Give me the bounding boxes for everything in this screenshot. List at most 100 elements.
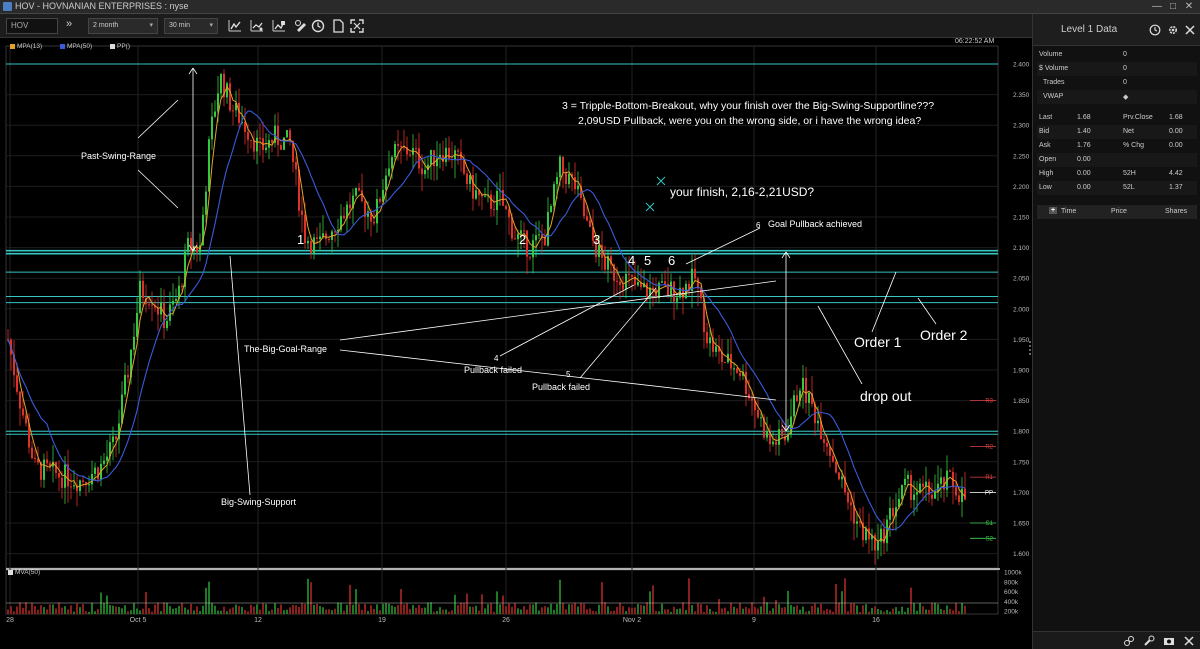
- volume-bar: [703, 611, 705, 614]
- volume-bar: [448, 611, 450, 614]
- candle-body: [307, 240, 309, 244]
- interval-select[interactable]: 30 min ▾: [164, 18, 218, 34]
- candle-body: [43, 459, 45, 480]
- volume-bar: [481, 594, 483, 614]
- candle-body: [526, 230, 528, 257]
- wrench-icon[interactable]: [1143, 635, 1155, 647]
- pivot-label: R2: [985, 445, 993, 451]
- volume-bar: [850, 603, 852, 614]
- annotation-your-finish: your finish, 2,16-2,21USD?: [670, 185, 815, 199]
- candle-body: [826, 442, 828, 447]
- annotation-arrowhead: [785, 251, 791, 259]
- candle-body: [505, 205, 507, 210]
- quote-row-ask: Ask 1.76 % Chg 0.00: [1037, 139, 1197, 153]
- volume-bar: [745, 606, 747, 614]
- volume-bar: [838, 602, 840, 614]
- range-select[interactable]: 2 month ▾: [88, 18, 158, 34]
- candle-body: [400, 145, 402, 147]
- annotation-num-6: 6: [668, 253, 676, 268]
- volume-bar: [151, 611, 153, 614]
- annotation-past-swing-range: Past-Swing-Range: [81, 151, 157, 161]
- volume-bar: [160, 611, 162, 614]
- price-tick-label: 2.200: [1013, 184, 1030, 191]
- candle-body: [172, 300, 174, 305]
- volume-bar: [751, 602, 753, 614]
- chart-settings-icon[interactable]: [272, 19, 286, 33]
- volume-bar: [271, 609, 273, 614]
- close-button[interactable]: ✕: [1182, 1, 1196, 13]
- volume-bar: [787, 590, 789, 614]
- candle-body: [214, 111, 216, 117]
- volume-bar: [733, 606, 735, 614]
- quote-value: 0.00: [1169, 128, 1183, 135]
- volume-bar: [640, 604, 642, 614]
- candle-body: [253, 140, 255, 152]
- candle-body: [301, 210, 303, 215]
- candle-body: [220, 73, 222, 94]
- volume-bar: [535, 602, 537, 614]
- volume-bar: [436, 611, 438, 614]
- window-title: HOV - HOVNANIAN ENTERPRISES : nyse: [15, 1, 189, 11]
- price-tick-label: 2.400: [1013, 62, 1030, 69]
- indicator-chart-icon[interactable]: [250, 19, 264, 33]
- volume-bar: [877, 609, 879, 614]
- candle-body: [304, 214, 306, 244]
- volume-bar: [190, 603, 192, 614]
- volume-bar: [232, 607, 234, 614]
- volume-bar: [814, 603, 816, 614]
- column-price[interactable]: Price: [1111, 208, 1127, 215]
- volume-bar: [223, 606, 225, 614]
- document-icon[interactable]: [331, 19, 345, 33]
- forward-button[interactable]: »: [66, 18, 72, 30]
- candle-body: [559, 156, 561, 178]
- volume-bar: [133, 602, 135, 614]
- gear-icon[interactable]: [1167, 24, 1179, 36]
- volume-bar: [712, 611, 714, 614]
- candle-body: [394, 143, 396, 158]
- column-time[interactable]: Time: [1061, 208, 1076, 215]
- volume-bar: [361, 609, 363, 614]
- candle-body: [835, 461, 837, 473]
- volume-bar: [601, 582, 603, 614]
- volume-bar: [88, 611, 90, 614]
- close-icon[interactable]: [1184, 24, 1196, 36]
- volume-bar: [172, 608, 174, 614]
- volume-bar: [106, 595, 108, 614]
- column-shares[interactable]: Shares: [1165, 208, 1187, 215]
- annotation-big-swing-support: Big-Swing-Support: [221, 497, 297, 507]
- volume-bar: [319, 606, 321, 614]
- add-column-button[interactable]: +: [1049, 207, 1058, 214]
- level1-panel: Level 1 Data Volume 0 $ Volume 0 Trades …: [1032, 14, 1200, 649]
- clock-icon[interactable]: [1149, 24, 1161, 36]
- volume-bar: [397, 605, 399, 614]
- candle-body: [97, 467, 99, 480]
- candle-body: [514, 238, 516, 240]
- symbol-input[interactable]: HOV: [6, 18, 58, 34]
- candle-body: [568, 173, 570, 185]
- volume-bar: [493, 611, 495, 614]
- candle-body: [538, 234, 540, 236]
- tools-icon[interactable]: [294, 19, 308, 33]
- volume-bar: [541, 607, 543, 614]
- volume-tick-label: 200k: [1004, 609, 1019, 616]
- volume-bar: [7, 609, 9, 614]
- clock-icon[interactable]: [311, 19, 325, 33]
- pivot-label: R1: [985, 475, 993, 481]
- line-chart-icon[interactable]: [228, 19, 242, 33]
- volume-bar: [568, 604, 570, 614]
- volume-bar: [217, 610, 219, 614]
- volume-bar: [124, 605, 126, 614]
- stat-row-vwap: VWAP ◆: [1037, 90, 1197, 104]
- fullscreen-icon[interactable]: [350, 19, 364, 33]
- volume-bar: [844, 578, 846, 614]
- camera-icon[interactable]: [1163, 635, 1175, 647]
- candle-body: [778, 429, 780, 445]
- minimize-button[interactable]: —: [1150, 1, 1164, 13]
- close-icon[interactable]: [1183, 635, 1195, 647]
- candle-body: [106, 456, 108, 461]
- chart-area[interactable]: 2.400 2.350 2.300 2.250 2.200 2.150 2.100 2.050…: [0, 38, 1032, 649]
- candle-body: [913, 494, 915, 500]
- maximize-button[interactable]: □: [1166, 1, 1180, 13]
- volume-bar: [379, 610, 381, 614]
- link-icon[interactable]: [1123, 635, 1135, 647]
